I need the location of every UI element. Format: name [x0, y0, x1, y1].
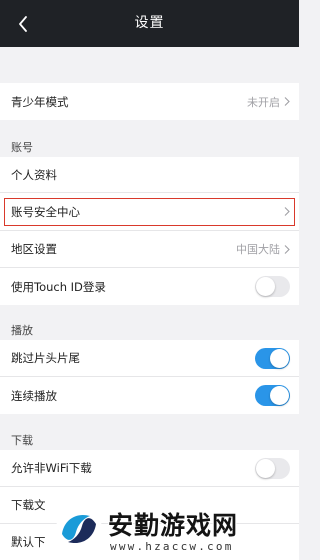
- toggle-knob: [256, 277, 275, 296]
- chevron-right-icon: [284, 207, 290, 216]
- non-wifi-download-label: 允许非WiFi下载: [11, 461, 92, 475]
- non-wifi-download-row: 允许非WiFi下载: [0, 450, 299, 487]
- non-wifi-download-toggle[interactable]: [255, 457, 290, 479]
- page-title: 设置: [134, 15, 165, 31]
- teen-mode-status: 未开启: [247, 95, 280, 109]
- personal-info-label: 个人资料: [11, 167, 57, 182]
- section-playback: 播放: [11, 324, 33, 337]
- default-download-row[interactable]: 默认下: [0, 524, 299, 560]
- region-value: 中国大陆: [236, 243, 280, 256]
- continuous-play-label: 连续播放: [11, 388, 57, 403]
- download-file-label: 下载文: [11, 498, 46, 512]
- continuous-play-toggle[interactable]: [255, 385, 290, 406]
- section-download: 下载: [11, 434, 33, 447]
- touch-id-row: 使用Touch ID登录: [0, 268, 299, 305]
- skip-intro-row: 跳过片头片尾: [0, 340, 299, 377]
- touch-id-label: 使用Touch ID登录: [11, 279, 106, 294]
- touch-id-toggle[interactable]: [255, 276, 290, 297]
- toggle-knob: [270, 386, 289, 405]
- teen-mode-row[interactable]: 青少年模式 未开启: [0, 83, 299, 120]
- skip-intro-toggle[interactable]: [255, 347, 290, 369]
- default-download-label: 默认下: [11, 535, 46, 549]
- region-label: 地区设置: [11, 242, 57, 256]
- account-security-label: 账号安全中心: [11, 204, 80, 219]
- teen-mode-label: 青少年模式: [11, 94, 69, 109]
- personal-info-row[interactable]: 个人资料: [0, 157, 299, 193]
- region-row[interactable]: 地区设置 中国大陆: [0, 231, 299, 268]
- skip-intro-label: 跳过片头片尾: [11, 351, 80, 365]
- section-account: 账号: [11, 141, 33, 154]
- toggle-knob: [256, 458, 275, 478]
- account-security-row[interactable]: 账号安全中心: [0, 193, 299, 231]
- toggle-knob: [270, 348, 289, 368]
- nav-bar: 设置: [0, 0, 299, 47]
- chevron-right-icon: [284, 244, 290, 254]
- download-file-row[interactable]: 下载文: [0, 487, 299, 524]
- chevron-right-icon: [284, 97, 290, 106]
- continuous-play-row: 连续播放: [0, 377, 299, 414]
